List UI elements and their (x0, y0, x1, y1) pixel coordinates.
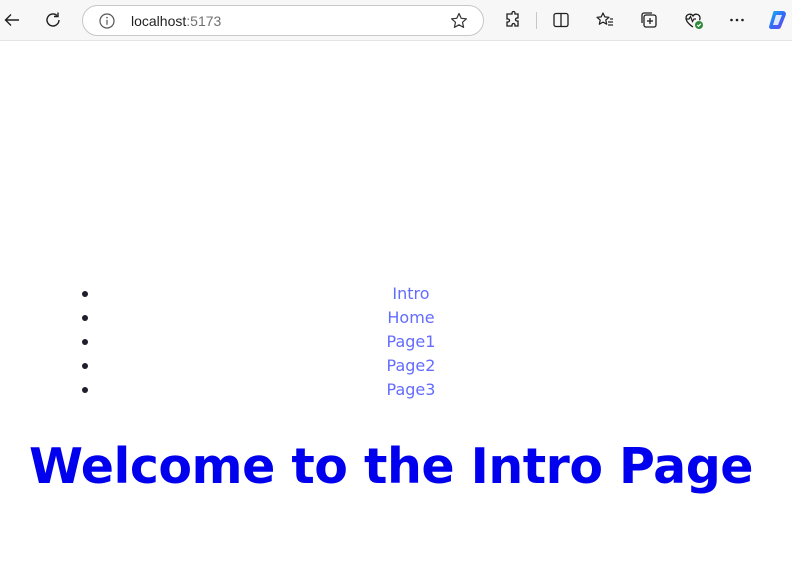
bullet (82, 363, 88, 369)
page-content: Intro Home Page1 Page2 Page3 Welcome to … (0, 41, 792, 575)
refresh-icon[interactable] (41, 8, 65, 32)
page-title: Welcome to the Intro Page (28, 438, 754, 495)
favorite-star-icon[interactable] (449, 11, 469, 31)
nav-list: Intro Home Page1 Page2 Page3 (82, 282, 740, 402)
info-icon[interactable] (98, 12, 116, 30)
nav-link-home[interactable]: Home (387, 308, 434, 327)
bullet (82, 387, 88, 393)
extensions-icon[interactable] (500, 8, 524, 32)
bullet (82, 315, 88, 321)
nav-link-page1[interactable]: Page1 (387, 332, 436, 351)
url-text[interactable]: localhost:5173 (131, 12, 221, 30)
favorites-icon[interactable] (593, 8, 617, 32)
browser-essentials-icon[interactable] (681, 8, 705, 32)
browser-toolbar: localhost:5173 (0, 0, 792, 41)
nav-link-page2[interactable]: Page2 (387, 356, 436, 375)
more-icon[interactable] (725, 8, 749, 32)
list-item: Page2 (82, 354, 740, 378)
split-screen-icon[interactable] (549, 8, 573, 32)
nav-link-page3[interactable]: Page3 (387, 380, 436, 399)
list-item: Page3 (82, 378, 740, 402)
copilot-icon[interactable] (766, 8, 790, 32)
collections-icon[interactable] (637, 8, 661, 32)
list-item: Home (82, 306, 740, 330)
url-port: :5173 (186, 13, 222, 29)
list-item: Page1 (82, 330, 740, 354)
address-bar[interactable]: localhost:5173 (82, 5, 484, 36)
toolbar-divider (536, 12, 537, 29)
bullet (82, 291, 88, 297)
nav-link-intro[interactable]: Intro (392, 284, 429, 303)
list-item: Intro (82, 282, 740, 306)
bullet (82, 339, 88, 345)
url-host: localhost (131, 13, 187, 29)
back-icon[interactable] (0, 8, 24, 32)
